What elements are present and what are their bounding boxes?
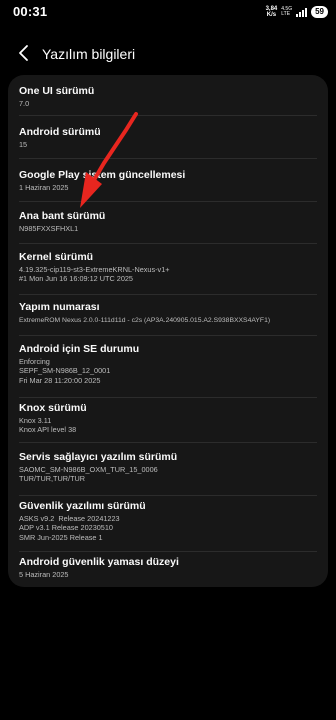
software-info-list: One UI sürümü 7.0 Android sürümü 15 Goog… — [8, 75, 328, 587]
status-bar: 00:31 3,84 K/s 4.5G LTE 59 — [0, 0, 336, 26]
signal-icon — [296, 7, 308, 17]
item-value: 15 — [19, 140, 28, 149]
list-item-one-ui-version[interactable]: One UI sürümü 7.0 — [8, 75, 328, 115]
item-value: 1 Haziran 2025 — [19, 183, 69, 192]
item-value: SAOMC_SM-N986B_OXM_TUR_15_0006 TUR/TUR,T… — [19, 465, 158, 484]
item-title: Android güvenlik yaması düzeyi — [19, 556, 179, 568]
back-button[interactable] — [14, 42, 36, 64]
network-speed: 3,84 K/s — [266, 6, 278, 18]
carrier-indicator: 4.5G LTE — [281, 7, 292, 17]
list-item-knox-version[interactable]: Knox sürümü Knox 3.11 Knox API level 38 — [8, 398, 328, 442]
item-title: Kernel sürümü — [19, 251, 94, 263]
item-title: Google Play sistem güncellemesi — [19, 169, 186, 181]
item-title: Servis sağlayıcı yazılım sürümü — [19, 451, 178, 463]
item-value: Enforcing SEPF_SM-N986B_12_0001 Fri Mar … — [19, 357, 111, 385]
status-icons: 3,84 K/s 4.5G LTE 59 — [266, 6, 328, 18]
item-value: ASKS v9.2 Release 20241223 ADP v3.1 Rele… — [19, 514, 120, 542]
list-item-build-number[interactable]: Yapım numarası ExtremeROM Nexus 2.0.0-11… — [8, 295, 328, 335]
item-title: Android için SE durumu — [19, 343, 140, 355]
battery-icon: 59 — [311, 6, 328, 18]
list-item-google-play-update[interactable]: Google Play sistem güncellemesi 1 Hazira… — [8, 159, 328, 201]
item-value: 4.19.325-cip119-st3-ExtremeKRNL-Nexus-v1… — [19, 265, 170, 284]
item-title: Knox sürümü — [19, 402, 87, 414]
carrier-bottom: LTE — [281, 11, 291, 17]
item-title: Android sürümü — [19, 126, 101, 138]
list-item-kernel-version[interactable]: Kernel sürümü 4.19.325-cip119-st3-Extrem… — [8, 244, 328, 294]
item-value: N985FXXSFHXL1 — [19, 224, 79, 233]
item-title: Ana bant sürümü — [19, 210, 106, 222]
page-title: Yazılım bilgileri — [42, 46, 136, 62]
list-item-security-patch-level[interactable]: Android güvenlik yaması düzeyi 5 Haziran… — [8, 552, 328, 587]
item-value: Knox 3.11 Knox API level 38 — [19, 416, 77, 435]
item-title: Güvenlik yazılımı sürümü — [19, 500, 146, 512]
network-speed-unit: K/s — [266, 12, 277, 18]
item-value: ExtremeROM Nexus 2.0.0-111d11d - c2s (AP… — [19, 317, 271, 324]
item-title: Yapım numarası — [19, 301, 100, 313]
back-arrow-icon — [19, 45, 28, 61]
status-time: 00:31 — [13, 4, 48, 19]
list-item-carrier-software[interactable]: Servis sağlayıcı yazılım sürümü SAOMC_SM… — [8, 443, 328, 495]
list-item-baseband-version[interactable]: Ana bant sürümü N985FXXSFHXL1 — [8, 202, 328, 243]
list-item-security-software[interactable]: Güvenlik yazılımı sürümü ASKS v9.2 Relea… — [8, 496, 328, 551]
item-value: 5 Haziran 2025 — [19, 570, 69, 579]
item-value: 7.0 — [19, 99, 30, 108]
list-item-android-version[interactable]: Android sürümü 15 — [8, 116, 328, 158]
app-header: Yazılım bilgileri — [0, 36, 336, 72]
item-title: One UI sürümü — [19, 85, 95, 97]
list-item-se-status[interactable]: Android için SE durumu Enforcing SEPF_SM… — [8, 336, 328, 397]
